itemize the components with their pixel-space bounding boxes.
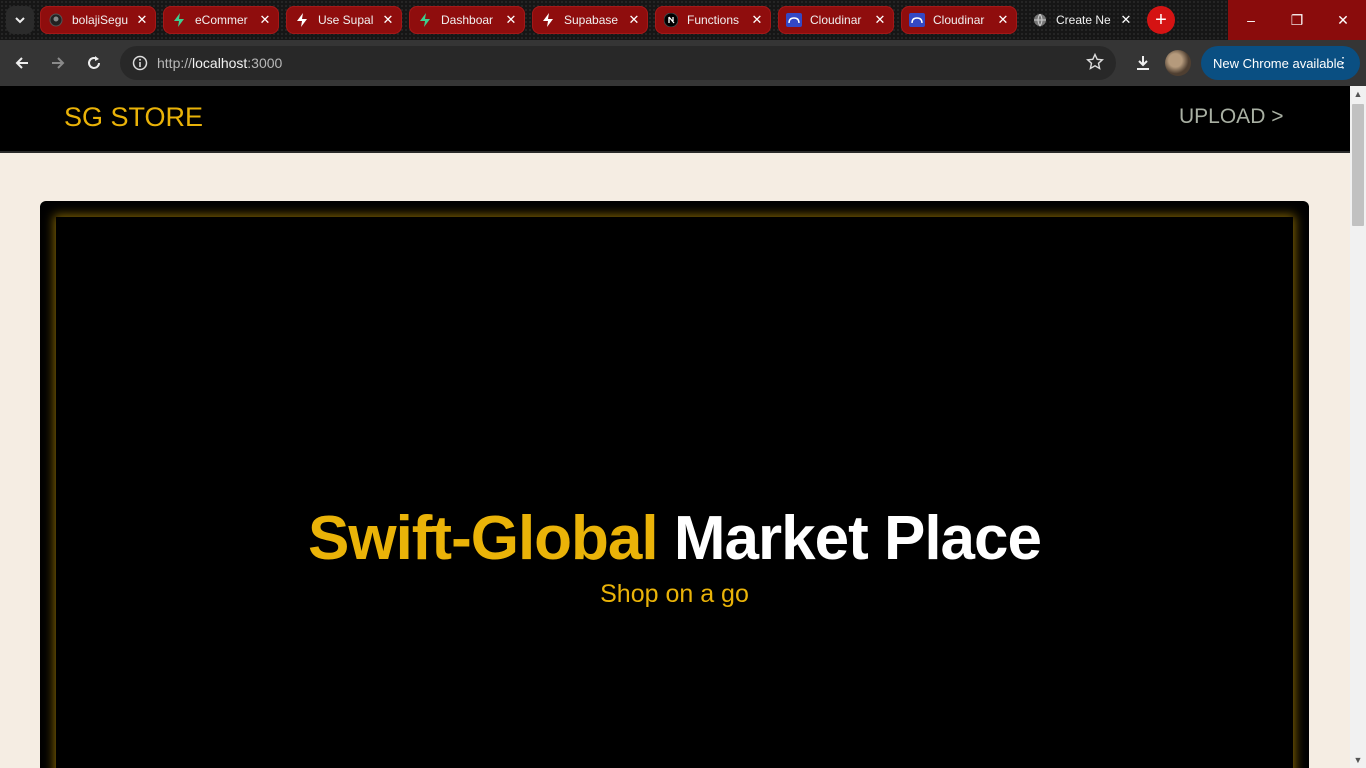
tab-title: Create Ne [1056, 13, 1111, 27]
browser-toolbar: http://localhost:3000 New Chrome availab… [0, 40, 1366, 86]
arrow-right-icon [52, 57, 65, 69]
page-viewport: SG STORE UPLOAD > Swift-Global Market Pl… [0, 86, 1350, 768]
scroll-down-arrow-icon[interactable]: ▼ [1350, 752, 1366, 768]
browser-tab-2[interactable]: eCommer ✕ [163, 6, 279, 34]
url-port: :3000 [247, 55, 283, 71]
page-scrollbar[interactable]: ▲ ▼ [1350, 86, 1366, 768]
tab-title: Cloudinar [810, 13, 862, 27]
close-icon: ✕ [1337, 11, 1349, 28]
close-window-button[interactable]: ✕ [1320, 0, 1366, 40]
url-host: localhost [192, 55, 248, 71]
site-logo[interactable]: SG STORE [64, 102, 203, 133]
github-icon [48, 12, 64, 28]
forward-button[interactable] [44, 49, 72, 77]
cloudinary-icon [909, 12, 925, 28]
close-icon[interactable]: ✕ [134, 12, 150, 28]
profile-avatar[interactable] [1165, 50, 1191, 76]
hero-title-accent: Swift-Global [307, 504, 659, 573]
new-tab-button[interactable]: + [1147, 6, 1175, 34]
downloads-button[interactable] [1129, 49, 1157, 77]
hero-title: Swift-Global Market Place [56, 503, 1293, 574]
site-navbar: SG STORE UPLOAD > [0, 86, 1350, 153]
browser-tab-1[interactable]: bolajiSegu ✕ [40, 6, 156, 34]
close-icon[interactable]: ✕ [626, 12, 642, 28]
arrow-left-icon [15, 57, 28, 69]
tab-title: eCommer [195, 13, 248, 27]
tab-title: Supabase [564, 13, 619, 27]
hero-title-rest: Market Place [673, 504, 1042, 573]
browser-tab-3[interactable]: Use Supal ✕ [286, 6, 402, 34]
more-vert-icon[interactable]: ⋮ [1336, 54, 1350, 71]
plus-icon: + [1155, 8, 1167, 31]
reload-icon [88, 56, 100, 69]
browser-tab-8[interactable]: Cloudinar ✕ [901, 6, 1017, 34]
globe-icon [1032, 12, 1048, 28]
address-bar[interactable]: http://localhost:3000 [120, 46, 1116, 80]
hero-section: Swift-Global Market Place Shop on a go [40, 201, 1309, 768]
tab-strip: bolajiSegu ✕ eCommer ✕ Use Supal ✕ Dashb… [0, 0, 1366, 40]
scrollbar-thumb[interactable] [1352, 104, 1364, 226]
tab-title: bolajiSegu [72, 13, 129, 27]
browser-tab-5[interactable]: Supabase ✕ [532, 6, 648, 34]
reload-button[interactable] [80, 49, 108, 77]
browser-tab-4[interactable]: Dashboar ✕ [409, 6, 525, 34]
restore-button[interactable]: ❐ [1274, 0, 1320, 40]
supabase-icon [294, 12, 310, 28]
back-button[interactable] [8, 49, 36, 77]
close-icon[interactable]: ✕ [749, 12, 765, 28]
site-info-icon[interactable] [128, 51, 152, 75]
supabase-icon [171, 12, 187, 28]
browser-tab-6[interactable]: Functions ✕ [655, 6, 771, 34]
chrome-update-button[interactable]: New Chrome available ⋮ [1201, 46, 1360, 80]
close-icon[interactable]: ✕ [257, 12, 273, 28]
minimize-button[interactable]: – [1228, 0, 1274, 40]
tab-search-button[interactable] [6, 6, 34, 34]
bookmark-star-icon[interactable] [1085, 52, 1105, 76]
tab-title: Use Supal [318, 13, 374, 27]
browser-tab-7[interactable]: Cloudinar ✕ [778, 6, 894, 34]
cloudinary-icon [786, 12, 802, 28]
nextjs-icon [663, 12, 679, 28]
url-scheme: http:// [157, 55, 193, 71]
update-label: New Chrome available [1213, 55, 1344, 71]
download-icon [1137, 56, 1149, 70]
close-icon[interactable]: ✕ [380, 12, 396, 28]
supabase-icon [417, 12, 433, 28]
hero-panel: Swift-Global Market Place Shop on a go [56, 217, 1293, 768]
scroll-up-arrow-icon[interactable]: ▲ [1350, 86, 1366, 102]
close-icon[interactable]: ✕ [872, 12, 888, 28]
restore-icon: ❐ [1290, 11, 1304, 28]
tab-title: Functions [687, 13, 740, 27]
browser-tab-active[interactable]: Create Ne ✕ [1024, 6, 1140, 34]
supabase-icon [540, 12, 556, 28]
minimize-icon: – [1247, 12, 1255, 28]
close-icon[interactable]: ✕ [1118, 12, 1134, 28]
url-text[interactable]: http://localhost:3000 [157, 55, 282, 71]
tab-title: Cloudinar [933, 13, 985, 27]
close-icon[interactable]: ✕ [995, 12, 1011, 28]
tab-title: Dashboar [441, 13, 494, 27]
chevron-down-icon [15, 17, 25, 24]
hero-subtitle: Shop on a go [600, 580, 749, 608]
upload-link[interactable]: UPLOAD > [1179, 105, 1283, 129]
close-icon[interactable]: ✕ [503, 12, 519, 28]
